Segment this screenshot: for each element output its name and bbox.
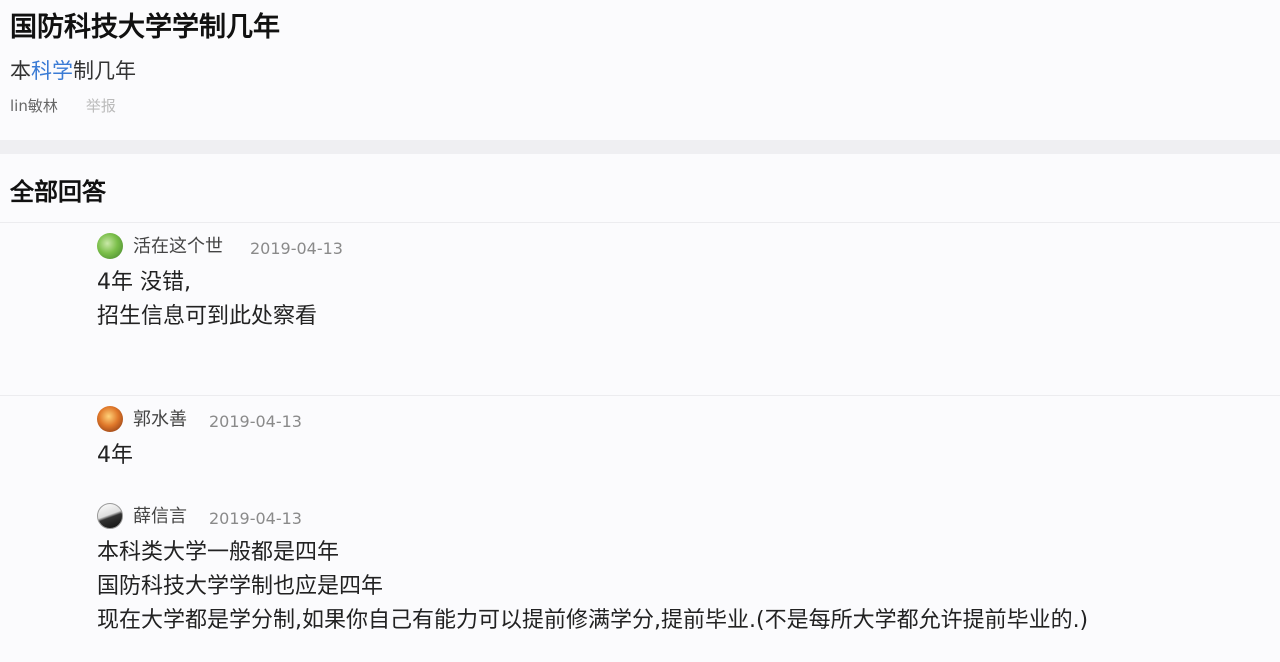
answer-line: 招生信息可到此处察看 [97, 304, 318, 329]
answer-header: 活在这个世 2019-04-13 [97, 233, 343, 263]
answer-block: 郭水善 2019-04-13 4年 薛信言 2019-04-13 本科类大学一般… [0, 396, 1280, 662]
section-divider [0, 140, 1280, 154]
answer-header: 薛信言 2019-04-13 [97, 503, 1088, 533]
question-section: 国防科技大学学制几年 本科学制几年 lin敏林 举报 [0, 0, 1280, 140]
answer-header: 郭水善 2019-04-13 [97, 406, 302, 436]
answers-header: 全部回答 [0, 154, 1280, 223]
question-meta: lin敏林 举报 [10, 95, 116, 117]
answer-item: 郭水善 2019-04-13 4年 [97, 406, 302, 473]
answer-item: 活在这个世 2019-04-13 4年 没错, 招生信息可到此处察看 [97, 233, 343, 334]
user-avatar-icon[interactable] [97, 406, 123, 432]
answer-date: 2019-04-13 [250, 239, 343, 258]
report-link[interactable]: 举报 [86, 97, 116, 115]
user-avatar-icon[interactable] [97, 503, 123, 529]
answer-line: 4年 [97, 443, 133, 468]
question-description: 本科学制几年 [10, 56, 136, 86]
answer-block: 活在这个世 2019-04-13 4年 没错, 招生信息可到此处察看 [0, 223, 1280, 396]
user-avatar-icon[interactable] [97, 233, 123, 259]
answer-item: 薛信言 2019-04-13 本科类大学一般都是四年 国防科技大学学制也应是四年… [97, 503, 1088, 638]
answers-title: 全部回答 [10, 178, 106, 206]
keyword-link[interactable]: 科学 [31, 59, 73, 83]
answer-username[interactable]: 郭水善 [133, 408, 187, 432]
answer-username[interactable]: 活在这个世 [133, 235, 223, 259]
answer-line: 国防科技大学学制也应是四年 [97, 574, 384, 599]
answer-date: 2019-04-13 [209, 509, 302, 528]
answer-date: 2019-04-13 [209, 412, 302, 431]
desc-prefix: 本 [10, 59, 31, 83]
question-author[interactable]: lin敏林 [10, 97, 58, 115]
answer-line: 本科类大学一般都是四年 [97, 540, 340, 565]
desc-suffix: 制几年 [73, 59, 136, 83]
answer-username[interactable]: 薛信言 [133, 505, 187, 529]
answer-line: 现在大学都是学分制,如果你自己有能力可以提前修满学分,提前毕业.(不是每所大学都… [97, 608, 1089, 633]
answer-line: 4年 没错, [97, 270, 191, 295]
question-title: 国防科技大学学制几年 [10, 12, 280, 43]
